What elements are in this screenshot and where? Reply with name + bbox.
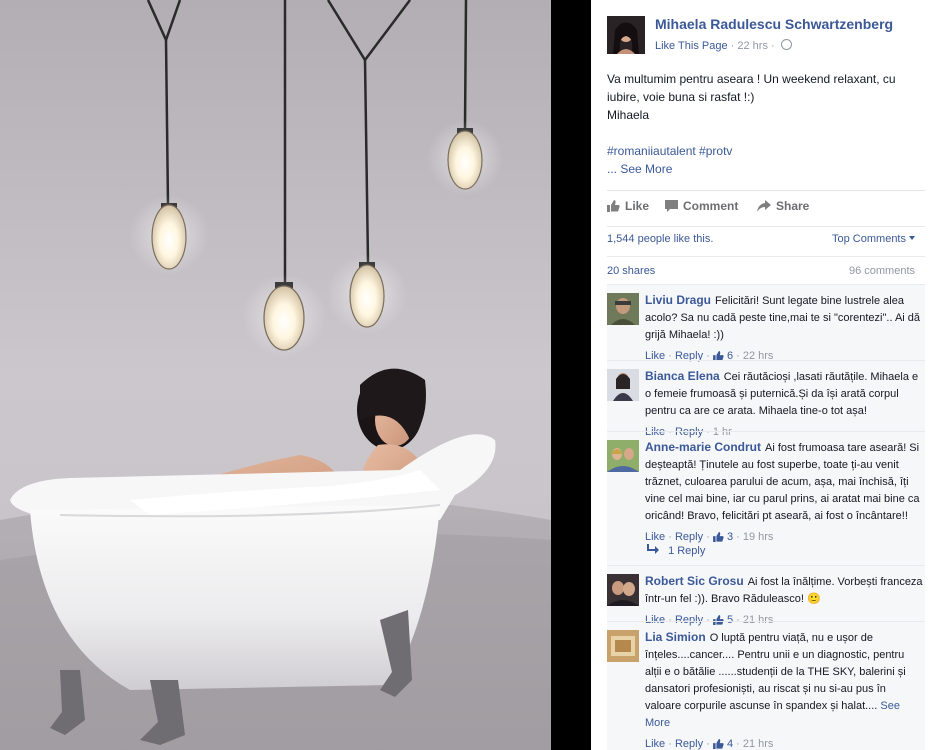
shares-summary: 20 shares 96 comments [607, 256, 925, 283]
likes-count-link[interactable]: 1,544 people like this. [607, 233, 713, 245]
comment-like-link[interactable]: Like [645, 738, 665, 750]
comment-actions: Like · Reply · 6 · 22 hrs [645, 350, 774, 362]
comment-icon [665, 200, 678, 212]
post-meta: Like This Page · 22 hrs · [655, 39, 792, 52]
page-name-link[interactable]: Mihaela Radulescu Schwartzenberg [655, 16, 893, 32]
post-time[interactable]: 22 hrs [737, 40, 768, 52]
comment-body: O luptă pentru viață, nu e ușor de înțel… [645, 632, 906, 712]
share-button[interactable]: Share [757, 199, 809, 213]
comment-time[interactable]: 21 hrs [743, 614, 774, 626]
comment-reply-link[interactable]: Reply [675, 614, 703, 626]
thumbs-up-icon [607, 200, 620, 212]
see-more-link[interactable]: ... See More [607, 162, 672, 176]
avatar-icon [607, 440, 639, 472]
avatar-icon [607, 630, 639, 662]
avatar-icon [607, 369, 639, 401]
commenter-avatar[interactable] [607, 293, 639, 325]
comment-author[interactable]: Liviu Dragu [645, 293, 711, 307]
comment-author[interactable]: Lia Simion [645, 630, 706, 644]
avatar-icon [607, 293, 639, 325]
post-line-2: Mihaela [607, 108, 650, 122]
thumbs-up-icon [712, 615, 724, 625]
comment-time[interactable]: 19 hrs [743, 531, 774, 543]
thumbs-up-icon [712, 532, 724, 542]
shares-link[interactable]: 20 shares [607, 265, 655, 277]
comment-like-count[interactable]: 4 [712, 738, 733, 750]
comment-reply-link[interactable]: Reply [675, 426, 703, 438]
post-hashtags[interactable]: #romaniiautalent #protv [607, 142, 925, 160]
comment-time[interactable]: 1 hr [713, 426, 732, 438]
comment-like-link[interactable]: Like [645, 614, 665, 626]
globe-icon [780, 39, 792, 50]
comment-author[interactable]: Robert Sic Grosu [645, 574, 744, 588]
avatar-icon [607, 574, 639, 606]
page-avatar[interactable] [607, 16, 645, 54]
comment-button[interactable]: Comment [665, 199, 738, 213]
commenter-avatar[interactable] [607, 369, 639, 401]
avatar-portrait-icon [607, 16, 645, 54]
post-text: Va multumim pentru aseara ! Un weekend r… [607, 70, 925, 178]
comment-like-link[interactable]: Like [645, 426, 665, 438]
commenter-avatar[interactable] [607, 440, 639, 472]
commenter-avatar[interactable] [607, 574, 639, 606]
reply-arrow-icon [647, 544, 659, 554]
comment-time[interactable]: 21 hrs [743, 738, 774, 750]
bathtub-photo [0, 0, 551, 750]
comment-actions: Like · Reply · 4 · 21 hrs [645, 738, 774, 750]
thumbs-up-icon [712, 739, 724, 749]
comments-list: Liviu Dragu Felicitări! Sunt legate bine … [607, 284, 925, 750]
comments-count[interactable]: 96 comments [849, 265, 915, 277]
like-button[interactable]: Like [607, 199, 649, 213]
likes-summary: 1,544 people like this. Top Comments [607, 226, 925, 252]
post-line-1: Va multumim pentru aseara ! Un weekend r… [607, 72, 896, 104]
comment-author[interactable]: Bianca Elena [645, 369, 720, 383]
post-actions: Like Comment Share [607, 190, 925, 221]
post-photo[interactable] [0, 0, 551, 750]
comment-reply-link[interactable]: Reply [675, 738, 703, 750]
comment-reply-link[interactable]: Reply [675, 531, 703, 543]
comment-author[interactable]: Anne-marie Condrut [645, 440, 761, 454]
photo-gap [551, 0, 591, 750]
commenter-avatar[interactable] [607, 630, 639, 662]
comment-like-count[interactable]: 3 [712, 531, 733, 543]
caret-down-icon [909, 236, 915, 240]
top-comments-dropdown[interactable]: Top Comments [832, 233, 915, 245]
share-icon [757, 200, 771, 212]
like-page-link[interactable]: Like This Page [655, 40, 728, 52]
post-side-panel: Mihaela Radulescu Schwartzenberg Like Th… [591, 0, 937, 750]
comment-like-link[interactable]: Like [645, 531, 665, 543]
comment-like-count[interactable]: 5 [712, 614, 733, 626]
view-replies-link[interactable]: 1 Reply [647, 544, 705, 557]
comment-body: Ai fost frumoasa tare aseară! Si deșteap… [645, 442, 920, 522]
